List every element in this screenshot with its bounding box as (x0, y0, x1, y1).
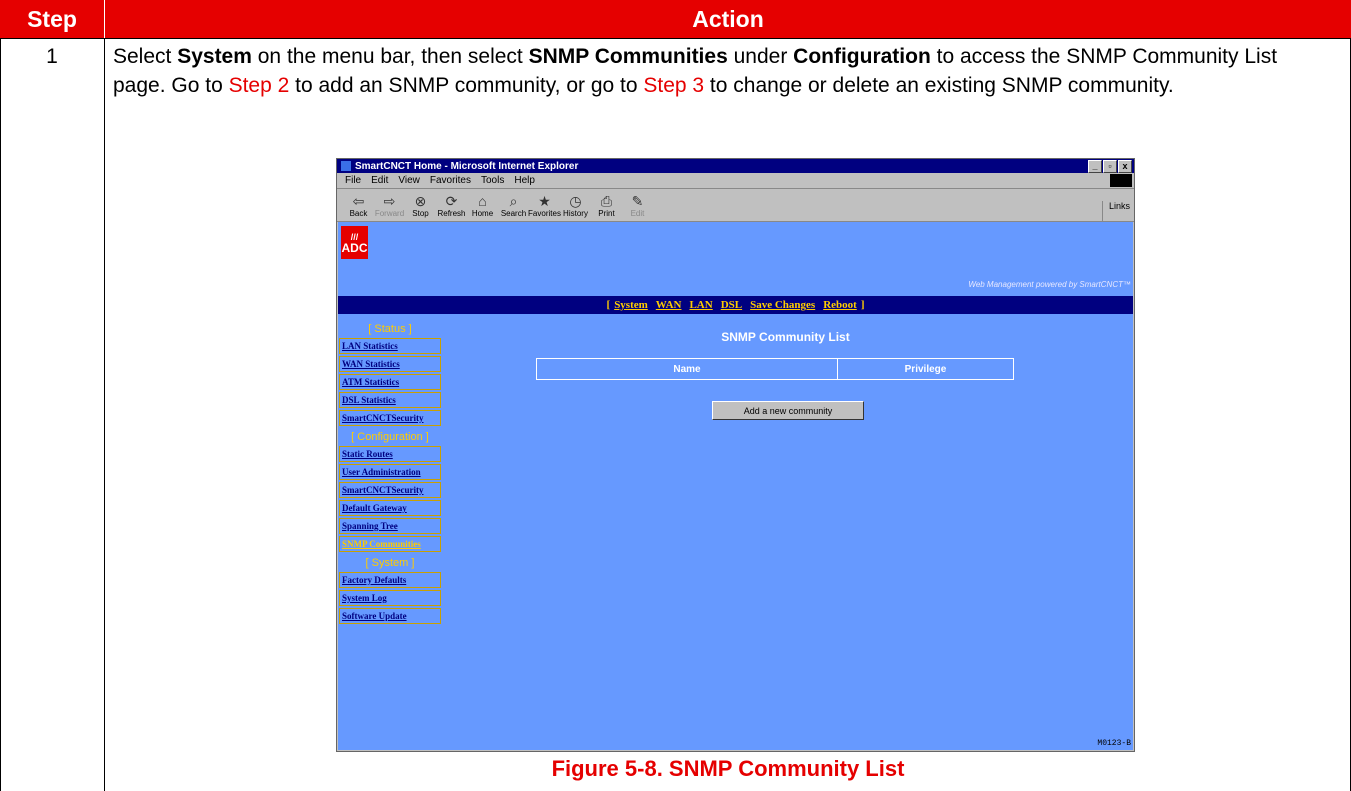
step-2-link[interactable]: Step 2 (229, 74, 290, 97)
add-community-button[interactable]: Add a new community (712, 401, 864, 420)
powered-by-text: Web Management powered by SmartCNCT™ (968, 280, 1131, 289)
windows-logo-icon (1110, 174, 1132, 187)
toolbar-label: Edit (630, 209, 645, 218)
search-icon: ⌕ (509, 193, 518, 209)
maximize-button[interactable]: ▫ (1103, 159, 1117, 173)
home-icon: ⌂ (478, 193, 487, 209)
ie-icon (341, 161, 351, 171)
history-button[interactable]: ◷ History (560, 194, 591, 221)
sidebar-item-snmp-communities[interactable]: SNMP Communities (339, 536, 441, 552)
window-title: SmartCNCT Home - Microsoft Internet Expl… (355, 160, 579, 172)
forward-icon: ⇨ (383, 193, 396, 209)
sidebar-item-smartcnctsecurity[interactable]: SmartCNCTSecurity (339, 482, 441, 498)
browser-toolbar: ⇦ Back ⇨ Forward ⊗ Stop ⟳ Refresh ⌂ Home ⌕ Search ★ F… (337, 189, 1134, 222)
nav-wan[interactable]: WAN (656, 299, 682, 311)
edit-icon: ✎ (631, 193, 644, 209)
menu-edit[interactable]: Edit (371, 175, 388, 186)
nav-system[interactable]: System (614, 299, 648, 311)
header-action: Action (105, 0, 1351, 38)
favorites-button[interactable]: ★ Favorites (528, 193, 561, 221)
minimize-button[interactable]: _ (1088, 159, 1102, 173)
sidebar-section-header: [ System ] (365, 557, 415, 569)
nav-lan[interactable]: LAN (689, 299, 712, 311)
toolbar-label: Back (349, 209, 368, 218)
refresh-icon: ⟳ (445, 193, 458, 209)
toolbar-label: History (563, 209, 588, 218)
menu-favorites[interactable]: Favorites (430, 175, 471, 186)
sidebar-item-software-update[interactable]: Software Update (339, 608, 441, 624)
favorites-icon: ★ (538, 193, 551, 209)
community-table-header: Name Privilege (536, 358, 1014, 380)
browser-screenshot: SmartCNCT Home - Microsoft Internet Expl… (336, 158, 1135, 752)
sidebar-item-user-administration[interactable]: User Administration (339, 464, 441, 480)
nav-save-changes[interactable]: Save Changes (750, 299, 815, 311)
sidebar-item-spanning-tree[interactable]: Spanning Tree (339, 518, 441, 534)
home-button[interactable]: ⌂ Home (467, 194, 498, 221)
sidebar-item-atm-statistics[interactable]: ATM Statistics (339, 374, 441, 390)
refresh-button[interactable]: ⟳ Refresh (436, 194, 467, 221)
step-number: 1 (46, 45, 58, 68)
sidebar-item-dsl-statistics[interactable]: DSL Statistics (339, 392, 441, 408)
step-3-link[interactable]: Step 3 (643, 74, 704, 97)
print-icon: ⎙ (600, 193, 613, 209)
figure-caption: Figure 5-8. SNMP Community List (551, 756, 905, 781)
toolbar-label: Forward (374, 209, 405, 218)
toolbar-label: Print (598, 209, 615, 218)
history-icon: ◷ (569, 193, 582, 209)
web-content: /// ADC Web Management powered by SmartC… (338, 222, 1133, 750)
sidebar-item-smartcnctsecurity[interactable]: SmartCNCTSecurity (339, 410, 441, 426)
edit-button[interactable]: ✎ Edit (622, 194, 653, 221)
figure-code: M0123-B (1097, 739, 1131, 748)
nav-reboot[interactable]: Reboot (823, 299, 857, 311)
back-icon: ⇦ (352, 193, 365, 209)
stop-button[interactable]: ⊗ Stop (405, 194, 436, 221)
toolbar-label: Refresh (437, 209, 466, 218)
column-privilege: Privilege (904, 363, 947, 375)
menu-tools[interactable]: Tools (481, 175, 504, 186)
sidebar-section-header: [ Configuration ] (351, 431, 429, 443)
back-button[interactable]: ⇦ Back (343, 194, 374, 221)
menu-view[interactable]: View (398, 175, 420, 186)
toolbar-label: Home (471, 209, 494, 218)
sidebar-item-default-gateway[interactable]: Default Gateway (339, 500, 441, 516)
instruction-table: Step Action 1 Select System on the menu … (0, 0, 1351, 791)
nav-dsl[interactable]: DSL (721, 299, 742, 311)
page-title: SNMP Community List (721, 330, 850, 344)
step-instructions: Select System on the menu bar, then sele… (113, 45, 1278, 97)
toolbar-label: Search (500, 209, 527, 218)
column-name: Name (537, 359, 838, 379)
window-titlebar: SmartCNCT Home - Microsoft Internet Expl… (337, 159, 1134, 173)
links-button[interactable]: Links (1101, 201, 1130, 221)
toolbar-label: Stop (412, 209, 429, 218)
header-step: Step (0, 0, 104, 38)
sidebar-item-wan-statistics[interactable]: WAN Statistics (339, 356, 441, 372)
sidebar-item-factory-defaults[interactable]: Factory Defaults (339, 572, 441, 588)
forward-button[interactable]: ⇨ Forward (374, 194, 405, 221)
menu-bar: File Edit View Favorites Tools Help (337, 173, 1134, 189)
menu-help[interactable]: Help (514, 175, 535, 186)
menu-file[interactable]: File (345, 175, 361, 186)
stop-icon: ⊗ (414, 193, 427, 209)
sidebar: [ Status ] LAN Statistics WAN Statistics AT… (339, 320, 441, 626)
print-button[interactable]: ⎙ Print (591, 194, 622, 221)
search-button[interactable]: ⌕ Search (498, 194, 529, 221)
adc-logo: /// ADC (341, 226, 368, 259)
sidebar-item-system-log[interactable]: System Log (339, 590, 441, 606)
toolbar-label: Favorites (528, 209, 561, 218)
close-button[interactable]: x (1118, 159, 1132, 173)
top-nav: [System WAN LAN DSL Save Changes Reboot] (338, 296, 1133, 314)
sidebar-item-static-routes[interactable]: Static Routes (339, 446, 441, 462)
